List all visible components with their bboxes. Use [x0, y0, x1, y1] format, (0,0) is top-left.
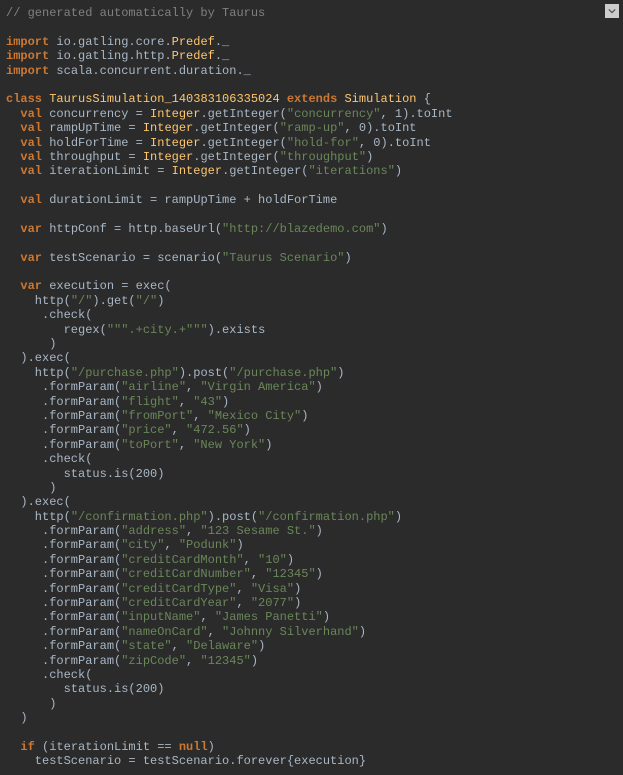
- kw-if: if: [20, 740, 34, 754]
- kw-class: class: [6, 92, 42, 106]
- class-name: TaurusSimulation_140383106335024: [49, 92, 279, 106]
- expand-icon[interactable]: [605, 4, 619, 18]
- code-block: // generated automatically by Taurus imp…: [0, 0, 623, 775]
- kw-import: import: [6, 35, 49, 49]
- comment-line: // generated automatically by Taurus: [6, 6, 265, 20]
